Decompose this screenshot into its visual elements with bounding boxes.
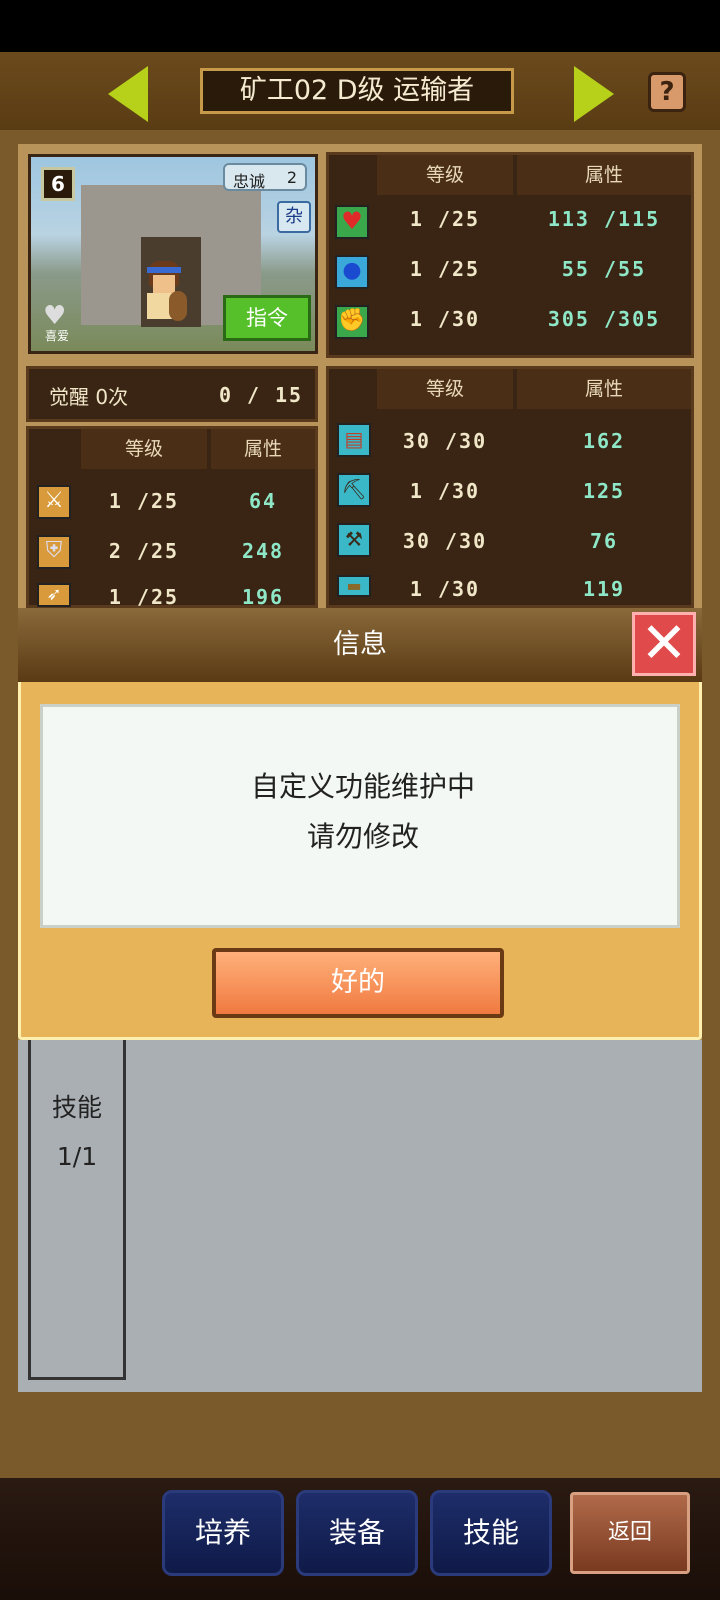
next-character-arrow-icon[interactable] (574, 66, 614, 122)
loyalty-value: 2 (286, 168, 297, 187)
command-button[interactable]: 指令 (223, 295, 311, 341)
mining-value: 125 (582, 479, 626, 503)
equip-button[interactable]: 装备 (296, 1490, 418, 1576)
close-button[interactable]: ✕ (632, 612, 696, 676)
knowledge-level: 30 /30 (402, 429, 488, 453)
awaken-panel: 觉醒 0次 0 / 15 (26, 366, 318, 422)
arm-strength-icon: ✊ (335, 305, 369, 339)
loyalty-badge: 忠诚 2 (223, 163, 307, 191)
close-icon: ✕ (640, 611, 688, 676)
character-portrait: 6 忠诚 2 杂 ♥ 喜爱 指令 (28, 154, 318, 354)
sword-icon: ⚔ (37, 485, 71, 519)
column-header-level: 等级 (81, 429, 207, 469)
previous-character-arrow-icon[interactable] (108, 66, 148, 122)
miner-character (139, 261, 189, 331)
column-header-level: 等级 (377, 369, 513, 409)
awaken-label: 觉醒 0次 (49, 385, 129, 409)
column-header-attribute: 属性 (211, 429, 315, 469)
awaken-max: 15 (274, 383, 304, 407)
range-value: 196 (241, 585, 285, 609)
column-header-attribute: 属性 (517, 155, 691, 195)
hp-value: 113 /115 (547, 207, 661, 231)
skill-button[interactable]: 技能 (430, 1490, 552, 1576)
digging-value: 76 (589, 529, 619, 553)
transport-value: 119 (582, 577, 626, 601)
stats-panel-left: 等级 属性 ⚔ 1 /25 64 ⛨ 2 /25 248 ➶ 1 /25 196 (26, 426, 318, 609)
shovel-icon: ⚒ (337, 523, 371, 557)
column-header-level: 等级 (377, 155, 513, 195)
column-header-attribute: 属性 (517, 369, 691, 409)
skills-tab[interactable]: 技能 1/1 (28, 1040, 126, 1380)
defense-value: 248 (241, 539, 285, 563)
stamina-level: 1 /30 (409, 307, 481, 331)
defense-level: 2 /25 (108, 539, 180, 563)
dialog-title: 信息 (333, 629, 387, 660)
transport-level: 1 /30 (409, 577, 481, 601)
ok-button[interactable]: 好的 (212, 948, 504, 1018)
stamina-value: 305 /305 (547, 307, 661, 331)
skills-tab-label: 技能 (51, 1093, 102, 1122)
arrow-icon: ➶ (37, 583, 71, 607)
attack-value: 64 (248, 489, 278, 513)
status-bar (0, 0, 720, 52)
character-title: 矿工02 D级 运输者 (200, 68, 514, 114)
help-button[interactable]: ? (648, 72, 686, 112)
digging-level: 30 /30 (402, 529, 488, 553)
message-box: 自定义功能维护中 请勿修改 (40, 704, 680, 928)
knowledge-value: 162 (582, 429, 626, 453)
attack-level: 1 /25 (108, 489, 180, 513)
hp-level: 1 /25 (409, 207, 481, 231)
crate-icon: ▬ (337, 575, 371, 597)
stats-panel-right: 等级 属性 ▤ 30 /30 162 ⛏ 1 /30 125 ⚒ 30 /30 … (326, 366, 694, 608)
message-line-2: 请勿修改 (306, 820, 419, 853)
pickaxe-icon: ⛏ (337, 473, 371, 507)
book-icon: ▤ (337, 423, 371, 457)
train-button[interactable]: 培养 (162, 1490, 284, 1576)
heart-icon: ♥ (335, 205, 369, 239)
mining-level: 1 /30 (409, 479, 481, 503)
mp-level: 1 /25 (409, 257, 481, 281)
miscellaneous-badge: 杂 (277, 201, 311, 233)
potion-icon: ● (335, 255, 369, 289)
message-line-1: 自定义功能维护中 (250, 770, 475, 803)
mp-value: 55 /55 (561, 257, 647, 281)
awaken-progress: 0 / (218, 383, 262, 407)
loyalty-label: 忠诚 (233, 172, 266, 191)
level-badge: 6 (41, 167, 75, 201)
heart-outline-icon[interactable]: ♥ (43, 303, 73, 329)
shield-icon: ⛨ (37, 535, 71, 569)
range-level: 1 /25 (108, 585, 180, 609)
skills-tab-count: 1/1 (56, 1142, 98, 1171)
stats-panel-top: 等级 属性 ♥ 1 /25 113 /115 ● 1 /25 55 /55 ✊ … (326, 152, 694, 358)
favorite-label: 喜爱 (45, 329, 70, 343)
back-button[interactable]: 返回 (570, 1492, 690, 1574)
